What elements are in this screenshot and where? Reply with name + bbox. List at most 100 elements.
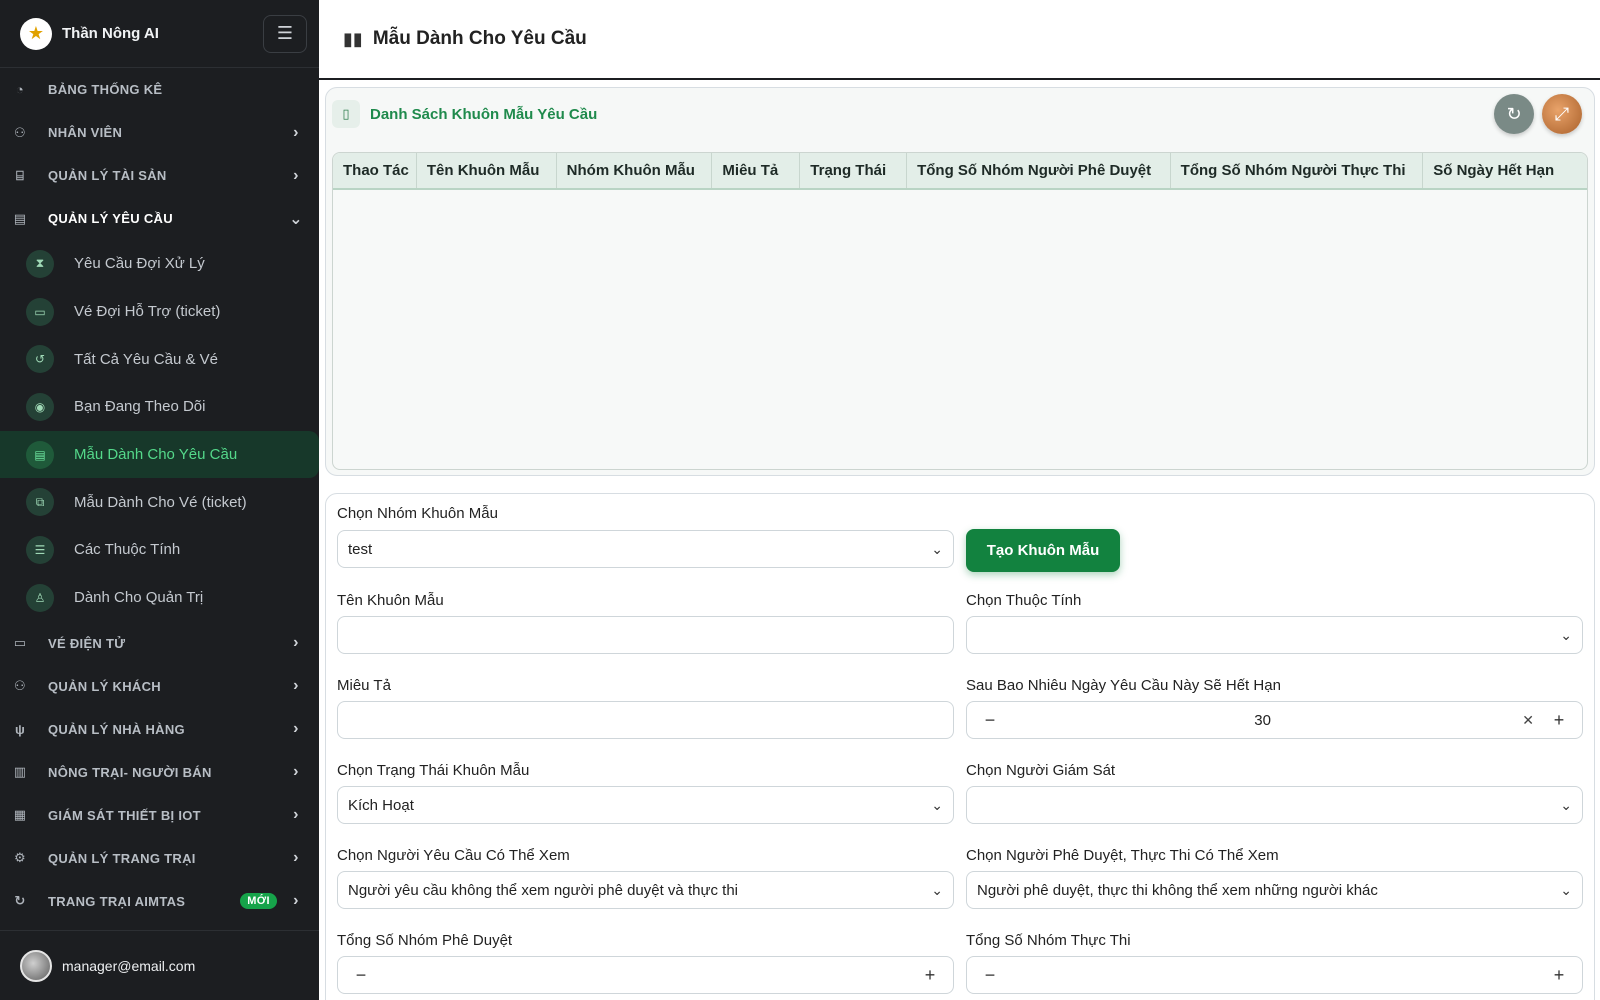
nav-item-farm-management[interactable]: ⚙ QUẢN LÝ TRANG TRẠI › <box>0 837 319 880</box>
templates-list-card: ▯ Danh Sách Khuôn Mẫu Yêu Cầu ↻ ⤢ Thao T… <box>325 87 1595 476</box>
attribute-select[interactable]: ⌄ <box>966 616 1583 654</box>
chevron-down-icon: ⌄ <box>931 540 943 557</box>
hamburger-icon: ☰ <box>276 23 294 43</box>
sub-item-attributes[interactable]: ☰ Các Thuộc Tính <box>0 526 319 574</box>
sub-item-label: Bạn Đang Theo Dõi <box>74 398 206 416</box>
column-header[interactable]: Trạng Thái <box>800 153 908 188</box>
chevron-right-icon: › <box>293 763 299 780</box>
template-group-select[interactable]: test ⌄ <box>337 530 954 568</box>
nav-item-e-tickets[interactable]: ▭ VÉ ĐIỆN TỬ › <box>0 622 319 665</box>
aimtas-icon: ↻ <box>14 893 26 908</box>
nav-item-label: NÔNG TRẠI- NGƯỜI BÁN <box>48 764 212 780</box>
table-header: Thao Tác Tên Khuôn Mẫu Nhóm Khuôn Mẫu Mi… <box>333 153 1587 190</box>
sub-item-all-requests[interactable]: ↺ Tất Cả Yêu Cầu & Vé <box>0 335 319 383</box>
template-form: Chọn Nhóm Khuôn Mẫu test ⌄ Tạo Khuôn Mẫu… <box>325 493 1595 1000</box>
column-header[interactable]: Tổng Số Nhóm Người Phê Duyệt <box>907 153 1171 188</box>
nav-item-label: VÉ ĐIỆN TỬ <box>48 635 126 651</box>
refresh-button[interactable]: ↻ <box>1494 94 1534 134</box>
chevron-right-icon: › <box>293 123 299 141</box>
chevron-down-icon: ⌄ <box>1560 796 1572 813</box>
farm-icon: ⚙ <box>14 850 26 865</box>
menu-toggle-button[interactable]: ☰ <box>263 14 307 53</box>
nav-item-label: QUẢN LÝ NHÀ HÀNG <box>48 721 185 737</box>
sub-item-pending-requests[interactable]: ⧗ Yêu Cầu Đợi Xử Lý <box>0 240 319 288</box>
supervisor-select[interactable]: ⌄ <box>966 786 1583 824</box>
chevron-down-icon: ⌄ <box>931 881 943 898</box>
sub-item-pending-tickets[interactable]: ▭ Vé Đợi Hỗ Trợ (ticket) <box>0 288 319 336</box>
card-header: ▯ Danh Sách Khuôn Mẫu Yêu Cầu ↻ ⤢ <box>326 88 1594 140</box>
dashboard-icon: ◔ <box>15 82 25 97</box>
ticket-icon: ▭ <box>26 297 54 326</box>
refresh-icon: ↻ <box>1506 103 1522 124</box>
supervisor-label: Chọn Người Giám Sát <box>966 762 1116 779</box>
sub-item-admin[interactable]: ♙ Dành Cho Quản Trị <box>0 574 319 622</box>
chevron-down-icon: ⌄ <box>289 210 303 228</box>
sub-item-request-templates[interactable]: ▤ Mẫu Dành Cho Yêu Cầu <box>0 430 319 479</box>
column-header[interactable]: Số Ngày Hết Hạn <box>1423 153 1587 188</box>
sub-item-label: Các Thuộc Tính <box>74 541 181 559</box>
approval-groups-stepper[interactable]: − + <box>337 956 954 994</box>
chevron-down-icon: ⌄ <box>931 796 943 813</box>
nav-item-dashboard[interactable]: ◔ BẢNG THỐNG KÊ <box>0 68 319 111</box>
minus-icon[interactable]: − <box>977 965 1003 986</box>
approver-view-label: Chọn Người Phê Duyệt, Thực Thi Có Thể Xe… <box>966 847 1279 864</box>
sidebar: ★ Thần Nông AI ☰ ◔ BẢNG THỐNG KÊ ⚇ NHÂN … <box>0 0 319 1000</box>
sub-item-label: Yêu Cầu Đợi Xử Lý <box>74 255 205 273</box>
nav-item-label: GIÁM SÁT THIẾT BỊ IOT <box>48 807 201 823</box>
expire-days-stepper[interactable]: − 30 ✕ + <box>966 701 1583 739</box>
plus-icon[interactable]: + <box>1546 965 1572 986</box>
chevron-right-icon: › <box>293 634 299 651</box>
column-header[interactable]: Miêu Tả <box>712 153 801 188</box>
sidebar-header: ★ Thần Nông AI ☰ <box>0 0 319 68</box>
chevron-down-icon: ⌄ <box>1560 626 1572 643</box>
create-template-button[interactable]: Tạo Khuôn Mẫu <box>966 529 1120 572</box>
name-label: Tên Khuôn Mẫu <box>337 592 444 609</box>
nav-item-farm-seller[interactable]: ▥ NÔNG TRẠI- NGƯỜI BÁN › <box>0 751 319 794</box>
store-icon: ▥ <box>13 764 27 779</box>
template-name-input[interactable] <box>337 616 954 654</box>
expand-button[interactable]: ⤢ <box>1542 94 1582 134</box>
expire-days-value[interactable]: 30 <box>1003 712 1522 729</box>
user-profile[interactable]: manager@email.com <box>0 930 319 1000</box>
approver-view-select[interactable]: Người phê duyệt, thực thi không thể xem … <box>966 871 1583 909</box>
requester-view-select[interactable]: Người yêu cầu không thể xem người phê du… <box>337 871 954 909</box>
sub-item-ticket-templates[interactable]: ⧉ Mẫu Dành Cho Vé (ticket) <box>0 478 319 526</box>
templates-table: Thao Tác Tên Khuôn Mẫu Nhóm Khuôn Mẫu Mi… <box>332 152 1588 470</box>
nav-item-label: BẢNG THỐNG KÊ <box>48 82 163 97</box>
status-label: Chọn Trạng Thái Khuôn Mẫu <box>337 762 530 779</box>
status-select[interactable]: Kích Hoạt ⌄ <box>337 786 954 824</box>
brand-logo-icon: ★ <box>20 17 52 50</box>
clipboard-icon: ▤ <box>13 210 27 226</box>
nav-item-label: QUẢN LÝ KHÁCH <box>48 678 161 694</box>
chevron-right-icon: › <box>293 849 299 866</box>
nav-item-assets[interactable]: ⌸ QUẢN LÝ TÀI SẢN › <box>0 154 319 197</box>
restaurant-icon: ψ <box>14 721 26 737</box>
nav-item-restaurant[interactable]: ψ QUẢN LÝ NHÀ HÀNG › <box>0 708 319 751</box>
guests-icon: ⚇ <box>14 678 26 693</box>
nav-item-aimtas[interactable]: ↻ TRANG TRẠI AIMTAS MỚI › <box>0 880 319 923</box>
sub-item-following[interactable]: ◉ Bạn Đang Theo Dõi <box>0 383 319 431</box>
nav-item-employees[interactable]: ⚇ NHÂN VIÊN › <box>0 111 319 154</box>
nav-item-iot[interactable]: ▦ GIÁM SÁT THIẾT BỊ IOT › <box>0 794 319 837</box>
plus-icon[interactable]: + <box>1546 710 1572 731</box>
expire-days-label: Sau Bao Nhiêu Ngày Yêu Cầu Này Sẽ Hết Hạ… <box>966 677 1281 694</box>
minus-icon[interactable]: − <box>348 965 374 986</box>
group-label: Chọn Nhóm Khuôn Mẫu <box>337 505 498 522</box>
column-header[interactable]: Tổng Số Nhóm Người Thực Thi <box>1171 153 1424 188</box>
requester-view-label: Chọn Người Yêu Cầu Có Thể Xem <box>337 847 570 864</box>
column-header[interactable]: Tên Khuôn Mẫu <box>417 153 557 188</box>
nav-item-label: QUẢN LÝ TÀI SẢN <box>48 168 167 183</box>
column-header[interactable]: Thao Tác <box>333 153 417 188</box>
clear-icon[interactable]: ✕ <box>1522 712 1534 729</box>
nav-item-guests[interactable]: ⚇ QUẢN LÝ KHÁCH › <box>0 665 319 708</box>
assets-icon: ⌸ <box>15 167 25 183</box>
sub-item-label: Tất Cả Yêu Cầu & Vé <box>74 350 218 368</box>
sub-item-label: Mẫu Dành Cho Yêu Cầu <box>74 446 238 464</box>
description-input[interactable] <box>337 701 954 739</box>
minus-icon[interactable]: − <box>977 710 1003 731</box>
sidebar-nav: ◔ BẢNG THỐNG KÊ ⚇ NHÂN VIÊN › ⌸ QUẢN LÝ … <box>0 68 319 923</box>
exec-groups-stepper[interactable]: − + <box>966 956 1583 994</box>
column-header[interactable]: Nhóm Khuôn Mẫu <box>557 153 713 188</box>
nav-item-requests[interactable]: ▤ QUẢN LÝ YÊU CẦU ⌄ <box>0 197 319 240</box>
plus-icon[interactable]: + <box>917 965 943 986</box>
